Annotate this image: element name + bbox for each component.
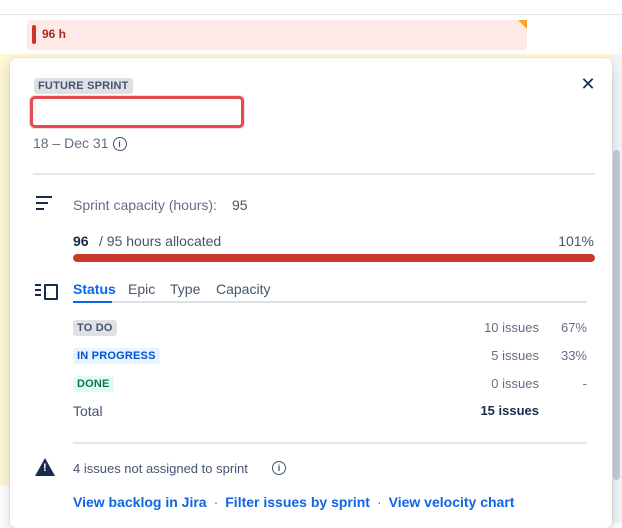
status-count-todo: 10 issues xyxy=(484,320,539,335)
tab-underline xyxy=(73,301,587,303)
sprint-name-input[interactable] xyxy=(30,96,244,128)
allocated-summary: / 95 hours allocated xyxy=(99,233,222,249)
link-separator: · xyxy=(376,494,382,510)
allocated-hours: 96 xyxy=(73,233,89,249)
section-divider xyxy=(33,173,595,175)
breakdown-icon xyxy=(35,284,58,300)
unassigned-warning: 4 issues not assigned to sprint xyxy=(73,461,248,476)
close-button[interactable]: ✕ xyxy=(580,74,596,94)
capacity-label: Sprint capacity (hours): xyxy=(73,197,217,213)
capacity-progress-fill xyxy=(73,254,595,262)
status-percent-todo: 67% xyxy=(560,320,587,335)
close-icon: ✕ xyxy=(580,74,596,94)
link-separator: · xyxy=(213,494,219,510)
capacity-progress-bar xyxy=(73,254,595,262)
total-label: Total xyxy=(73,403,103,419)
status-count-done: 0 issues xyxy=(491,376,539,391)
status-lozenge-done: DONE xyxy=(73,376,114,392)
velocity-chart-link[interactable]: View velocity chart xyxy=(389,494,515,510)
tab-epic[interactable]: Epic xyxy=(128,281,155,297)
sprint-hours-label: 96 h xyxy=(42,27,67,41)
tab-type[interactable]: Type xyxy=(170,281,200,297)
status-lozenge-in-progress: IN PROGRESS xyxy=(73,348,160,364)
overload-marker xyxy=(32,25,36,44)
sprint-dates: 18 – Dec 31 i xyxy=(33,135,127,151)
status-lozenge-todo: TO DO xyxy=(73,320,117,336)
allocated-percent: 101% xyxy=(558,233,594,249)
footer-links: View backlog in Jira · Filter issues by sp… xyxy=(73,494,514,510)
warning-icon: ! xyxy=(35,458,55,476)
total-count: 15 issues xyxy=(480,403,539,418)
sprint-details-popup: FUTURE SPRINT ✕ 18 – Dec 31 i Sprint capa… xyxy=(10,58,612,528)
top-divider xyxy=(0,14,622,15)
capacity-icon xyxy=(36,196,52,214)
section-divider-bottom xyxy=(73,442,587,444)
info-icon[interactable]: i xyxy=(112,137,127,151)
view-backlog-link[interactable]: View backlog in Jira xyxy=(73,494,207,510)
tab-status[interactable]: Status xyxy=(73,281,116,297)
info-icon[interactable]: i xyxy=(272,461,286,475)
filter-issues-link[interactable]: Filter issues by sprint xyxy=(225,494,370,510)
status-count-in-progress: 5 issues xyxy=(491,348,539,363)
capacity-value[interactable]: 95 xyxy=(232,197,248,213)
scrollbar-thumb[interactable] xyxy=(613,150,620,480)
status-percent-done: - xyxy=(582,376,587,391)
tab-capacity[interactable]: Capacity xyxy=(216,281,270,297)
sprint-hours-row[interactable]: 96 h xyxy=(27,20,527,50)
status-percent-in-progress: 33% xyxy=(560,348,587,363)
sprint-dates-text: 18 – Dec 31 xyxy=(33,135,109,151)
corner-flag-icon xyxy=(518,20,527,29)
sprint-status-lozenge: FUTURE SPRINT xyxy=(34,78,133,94)
